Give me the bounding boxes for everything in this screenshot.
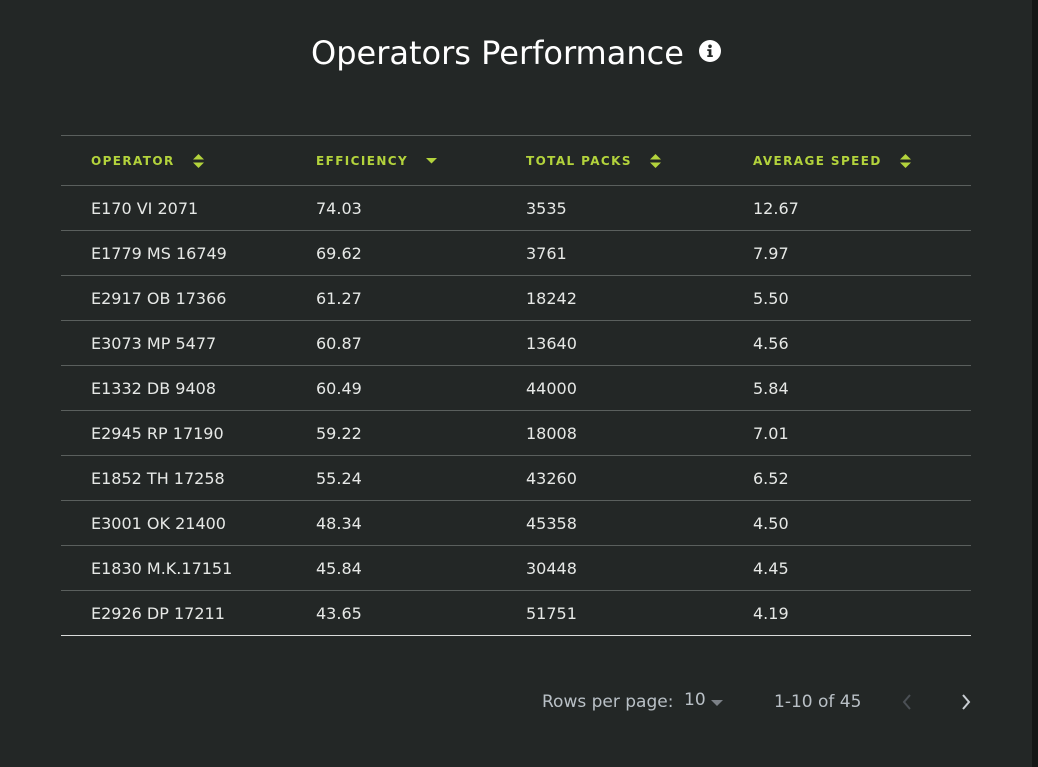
column-header-label: AVERAGE SPEED xyxy=(753,153,882,168)
table-row: E1852 TH 17258 55.24 43260 6.52 xyxy=(61,456,971,501)
total-packs-cell: 43260 xyxy=(526,468,577,488)
operator-cell: E1779 MS 16749 xyxy=(91,243,227,263)
operator-cell: E2917 OB 17366 xyxy=(91,288,227,308)
average-speed-cell: 4.56 xyxy=(753,333,789,353)
column-header-label: EFFICIENCY xyxy=(316,153,409,168)
total-packs-cell: 18008 xyxy=(526,423,577,443)
average-speed-cell: 4.19 xyxy=(753,603,789,623)
efficiency-cell: 60.49 xyxy=(316,378,362,398)
info-icon[interactable] xyxy=(698,40,721,62)
efficiency-cell: 60.87 xyxy=(316,333,362,353)
operator-cell: E1332 DB 9408 xyxy=(91,378,217,398)
total-packs-cell: 45358 xyxy=(526,513,577,533)
operator-cell: E3073 MP 5477 xyxy=(91,333,217,353)
table-row: E1830 M.K.17151 45.84 30448 4.45 xyxy=(61,546,971,591)
average-speed-cell: 5.84 xyxy=(753,378,789,398)
average-speed-cell: 7.01 xyxy=(753,423,789,443)
operators-performance-panel: Operators Performance OPERATOR EFFICIENC… xyxy=(0,0,1038,767)
column-header-label: TOTAL PACKS xyxy=(526,153,632,168)
average-speed-cell: 4.50 xyxy=(753,513,789,533)
total-packs-cell: 3535 xyxy=(526,198,567,218)
table-row: E2926 DP 17211 43.65 51751 4.19 xyxy=(61,591,971,636)
average-speed-cell: 7.97 xyxy=(753,243,789,263)
total-packs-cell: 3761 xyxy=(526,243,567,263)
total-packs-cell: 13640 xyxy=(526,333,577,353)
operator-cell: E3001 OK 21400 xyxy=(91,513,226,533)
total-packs-cell: 44000 xyxy=(526,378,577,398)
operator-cell: E1830 M.K.17151 xyxy=(91,558,233,578)
caret-down-icon[interactable] xyxy=(711,700,723,706)
column-header-operator[interactable]: OPERATOR xyxy=(61,136,316,186)
pagination-range: 1-10 of 45 xyxy=(774,692,862,712)
table-header-row: OPERATOR EFFICIENCY TOTAL PACKS AVERAGE … xyxy=(61,135,971,186)
efficiency-cell: 43.65 xyxy=(316,603,362,623)
column-header-efficiency[interactable]: EFFICIENCY xyxy=(316,136,526,186)
operator-cell: E1852 TH 17258 xyxy=(91,468,225,488)
efficiency-cell: 61.27 xyxy=(316,288,362,308)
sort-descending-icon[interactable] xyxy=(426,154,438,168)
table-row: E2945 RP 17190 59.22 18008 7.01 xyxy=(61,411,971,456)
operator-cell: E170 VI 2071 xyxy=(91,198,199,218)
rows-per-page-select[interactable]: 10 xyxy=(684,690,706,710)
column-header-total-packs[interactable]: TOTAL PACKS xyxy=(526,136,753,186)
efficiency-cell: 74.03 xyxy=(316,198,362,218)
average-speed-cell: 5.50 xyxy=(753,288,789,308)
average-speed-cell: 4.45 xyxy=(753,558,789,578)
total-packs-cell: 18242 xyxy=(526,288,577,308)
title-row: Operators Performance xyxy=(0,34,1032,78)
page-title: Operators Performance xyxy=(311,34,684,72)
column-header-average-speed[interactable]: AVERAGE SPEED xyxy=(753,136,971,186)
average-speed-cell: 6.52 xyxy=(753,468,789,488)
table-row: E1779 MS 16749 69.62 3761 7.97 xyxy=(61,231,971,276)
sort-both-icon[interactable] xyxy=(899,153,911,168)
average-speed-cell: 12.67 xyxy=(753,198,799,218)
rows-per-page-label: Rows per page: xyxy=(542,692,674,712)
sort-both-icon[interactable] xyxy=(649,153,661,168)
efficiency-cell: 59.22 xyxy=(316,423,362,443)
table-row: E2917 OB 17366 61.27 18242 5.50 xyxy=(61,276,971,321)
chevron-right-icon[interactable] xyxy=(961,694,971,710)
column-header-label: OPERATOR xyxy=(91,153,175,168)
table-row: E3001 OK 21400 48.34 45358 4.50 xyxy=(61,501,971,546)
table-row: E1332 DB 9408 60.49 44000 5.84 xyxy=(61,366,971,411)
operator-cell: E2945 RP 17190 xyxy=(91,423,224,443)
chevron-left-icon[interactable] xyxy=(902,694,912,710)
total-packs-cell: 51751 xyxy=(526,603,577,623)
sort-both-icon[interactable] xyxy=(192,153,204,168)
table-row: E3073 MP 5477 60.87 13640 4.56 xyxy=(61,321,971,366)
efficiency-cell: 45.84 xyxy=(316,558,362,578)
operators-table: OPERATOR EFFICIENCY TOTAL PACKS AVERAGE … xyxy=(61,135,971,636)
efficiency-cell: 48.34 xyxy=(316,513,362,533)
pagination-bar: Rows per page: 10 1-10 of 45 xyxy=(0,688,1032,716)
total-packs-cell: 30448 xyxy=(526,558,577,578)
table-row: E170 VI 2071 74.03 3535 12.67 xyxy=(61,186,971,231)
efficiency-cell: 55.24 xyxy=(316,468,362,488)
efficiency-cell: 69.62 xyxy=(316,243,362,263)
operator-cell: E2926 DP 17211 xyxy=(91,603,225,623)
